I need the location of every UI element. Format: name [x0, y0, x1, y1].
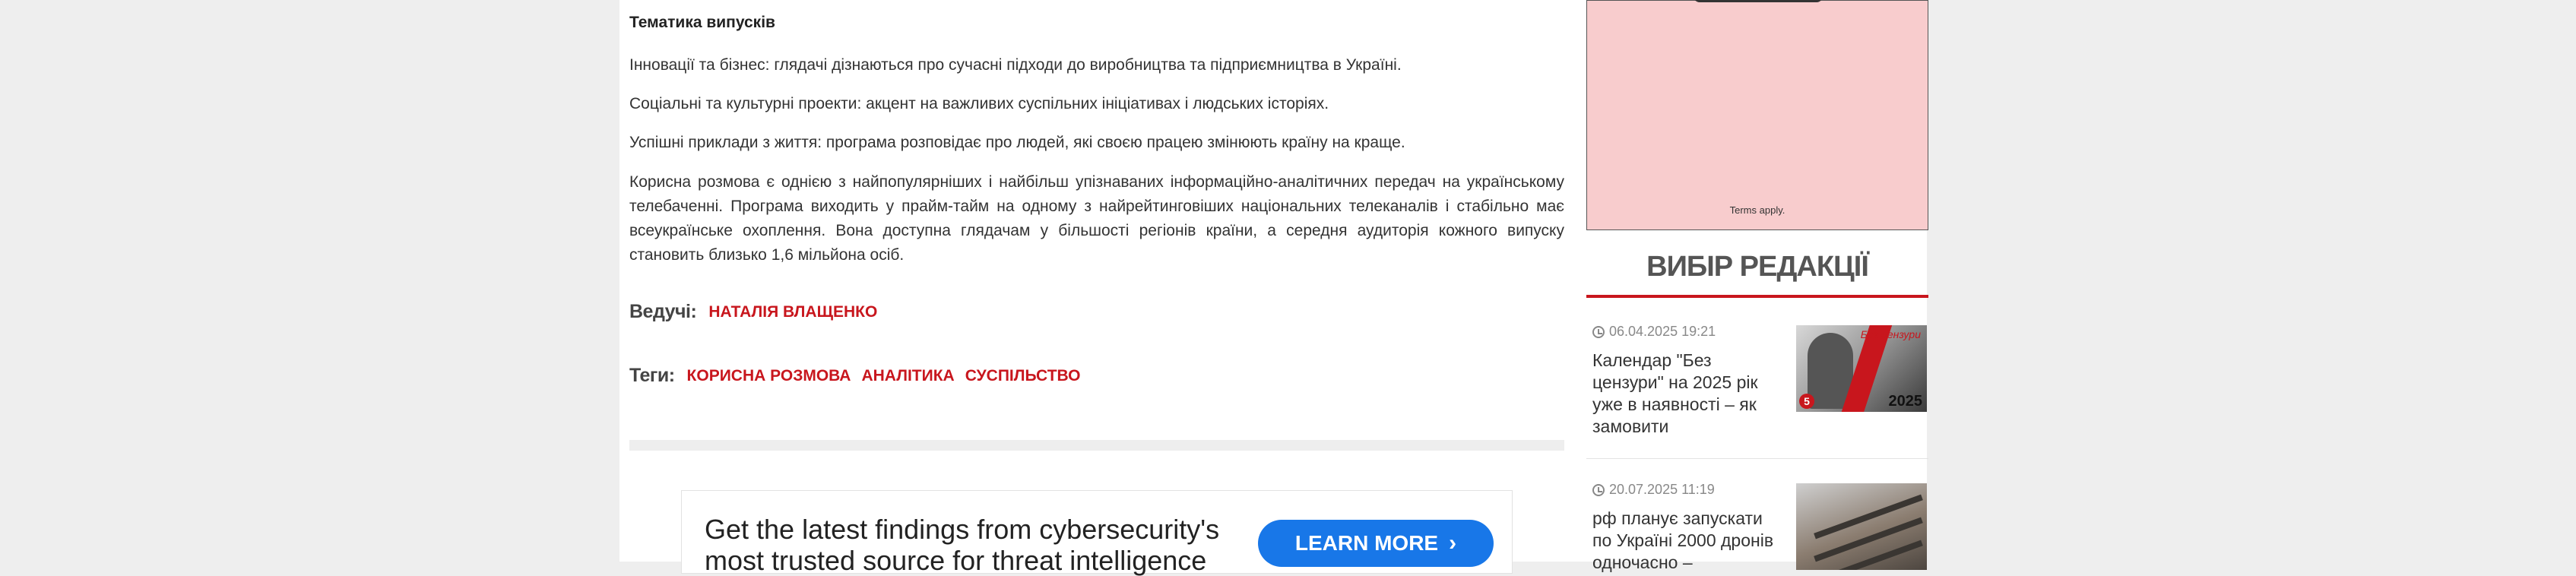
news-thumbnail[interactable]: Без цензури 5 2025	[1796, 325, 1927, 412]
thumb-script: Без цензури	[1860, 328, 1921, 340]
thumb-shape	[1814, 517, 1923, 562]
paragraph-innovations: Інновації та бізнес: глядачі дізнаються …	[629, 56, 1402, 74]
tags-label: Теги:	[629, 365, 675, 386]
section-divider	[629, 440, 1564, 451]
hosts-row: Ведучі: НАТАЛІЯ ВЛАЩЕНКО	[629, 301, 877, 323]
tags-row: Теги: КОРИСНА РОЗМОВА АНАЛІТИКА СУСПІЛЬС…	[629, 365, 1081, 387]
title-underline	[1586, 295, 1928, 298]
chevron-right-icon: ›	[1449, 530, 1457, 555]
tag-link[interactable]: КОРИСНА РОЗМОВА	[687, 367, 851, 385]
news-time: 20.07.2025 11:19	[1592, 482, 1715, 498]
ad-button-edge	[1694, 0, 1823, 2]
thumb-shape	[1814, 494, 1923, 540]
news-divider	[1586, 458, 1928, 459]
host-link[interactable]: НАТАЛІЯ ВЛАЩЕНКО	[708, 303, 877, 321]
paragraph-about-program: Корисна розмова є однією з найпопулярніш…	[629, 173, 1564, 264]
learn-more-label: LEARN MORE	[1294, 531, 1439, 555]
news-thumbnail[interactable]	[1796, 483, 1927, 570]
editors-choice-title: ВИБІР РЕДАКЦІЇ	[1646, 251, 1869, 283]
channel-badge: 5	[1799, 394, 1814, 409]
news-time: 06.04.2025 19:21	[1592, 324, 1716, 340]
paragraph-examples: Успішні приклади з життя: програма розпо…	[629, 134, 1405, 151]
news-time-text: 20.07.2025 11:19	[1609, 482, 1715, 497]
sidebar: Terms apply. ВИБІР РЕДАКЦІЇ 06.04.2025 1…	[1586, 0, 1928, 572]
tag-link[interactable]: АНАЛІТИКА	[861, 367, 954, 385]
sidebar-ad[interactable]: Terms apply.	[1586, 0, 1928, 230]
section-title: Тематика випусків	[629, 14, 775, 31]
news-title[interactable]: рф планує запускати по Україні 2000 дрон…	[1592, 508, 1786, 574]
news-time-text: 06.04.2025 19:21	[1609, 324, 1716, 339]
tag-link[interactable]: СУСПІЛЬСТВО	[965, 367, 1081, 385]
ad-terms: Terms apply.	[1729, 204, 1785, 216]
clock-icon	[1592, 325, 1605, 338]
thumb-year: 2025	[1888, 393, 1923, 410]
learn-more-button[interactable]: LEARN MORE ›	[1258, 520, 1494, 567]
article-body: Тематика випусків Інновації та бізнес: г…	[629, 0, 1564, 576]
clock-icon	[1592, 483, 1605, 496]
news-title[interactable]: Календар "Без цензури" на 2025 рік уже в…	[1592, 350, 1786, 438]
ad-text: Get the latest findings from cybersecuri…	[705, 514, 1220, 576]
paragraph-social: Соціальні та культурні проекти: акцент н…	[629, 95, 1329, 112]
hosts-label: Ведучі:	[629, 301, 697, 322]
